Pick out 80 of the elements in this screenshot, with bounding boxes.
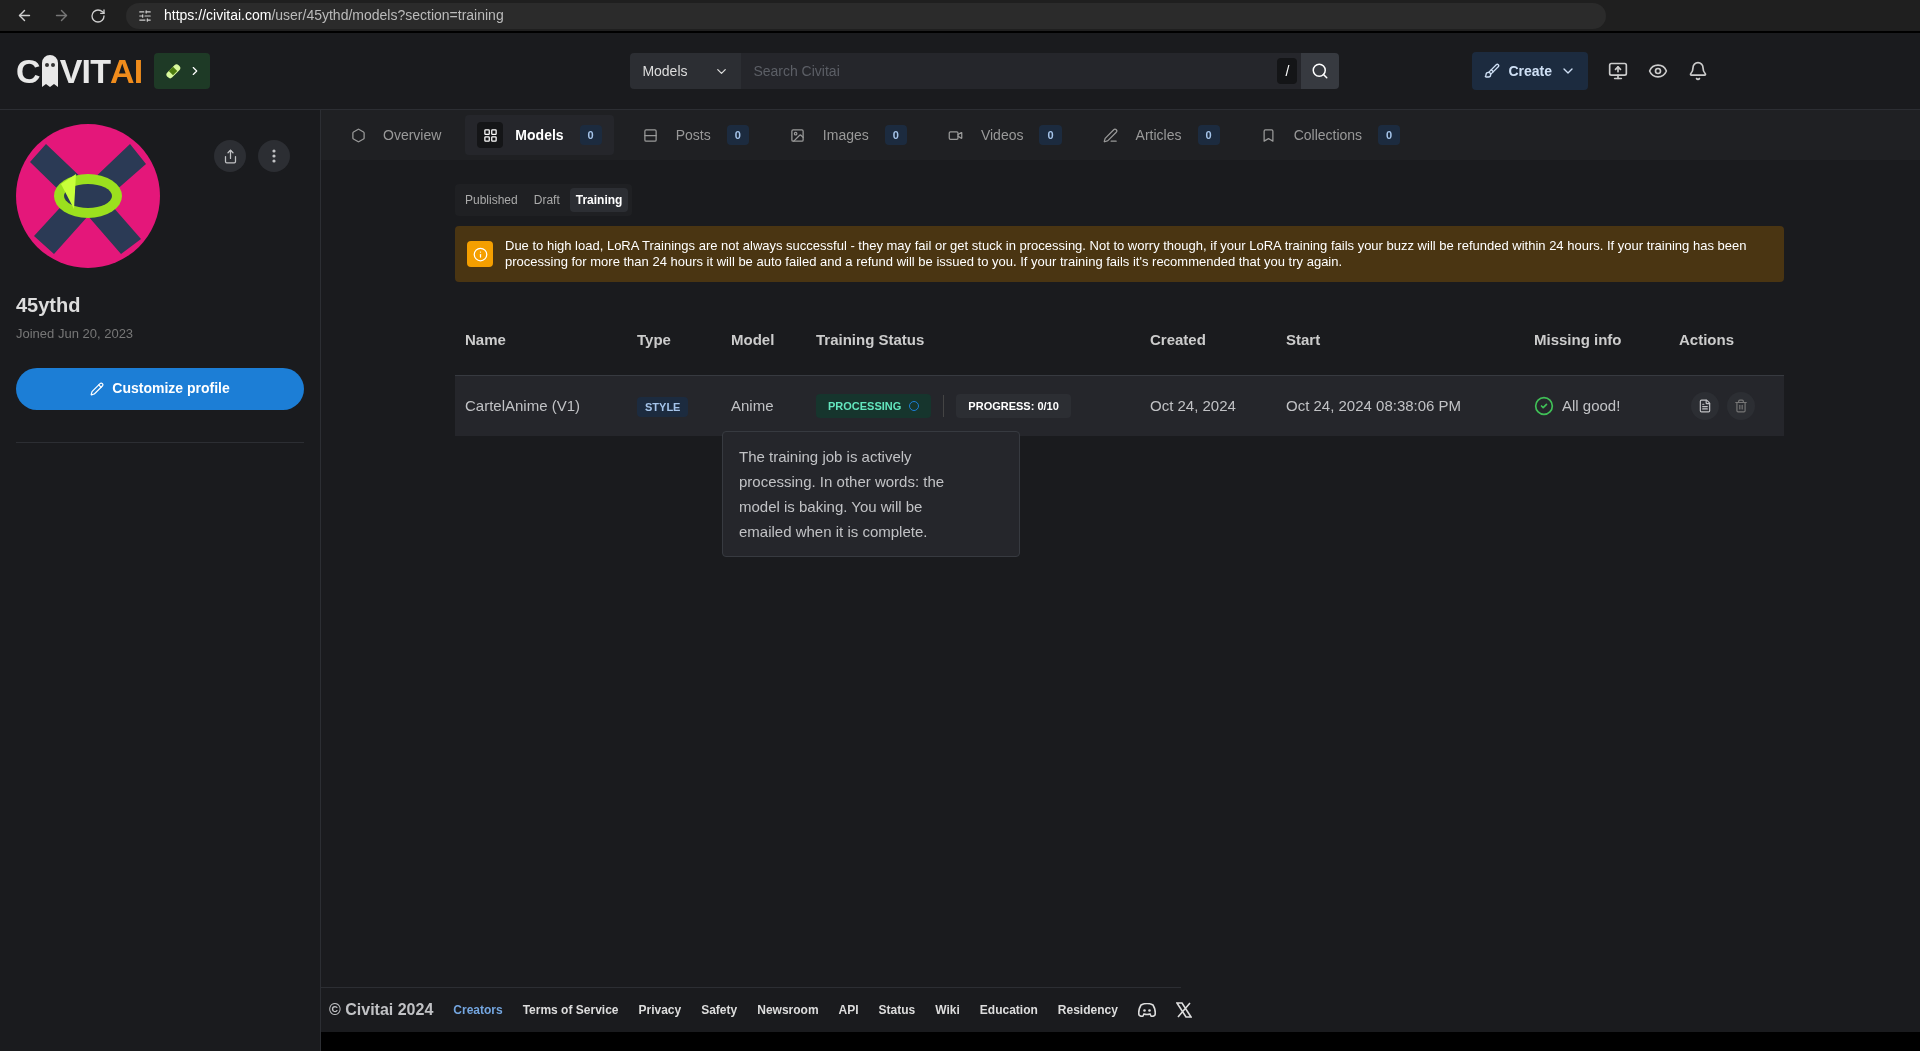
bell-icon[interactable] [1687,61,1708,81]
table-cell-text: All good! [1562,395,1621,416]
copyright-text: © Civitai 2024 [329,1000,434,1020]
section-tab[interactable]: Draft [527,188,566,212]
footer-link[interactable]: Status [878,1001,916,1019]
progress-badge: PROGRESS: 0/10 [956,393,1071,419]
table-cell: Oct 24, 2024 08:38:06 PM [1286,396,1462,414]
search-field[interactable]: Search Civitai / [741,53,1302,89]
profile-tab[interactable]: Articles 0 [1085,115,1232,155]
trash-icon [1734,399,1748,413]
username: 45ythd [16,293,82,318]
civitai-logo[interactable]: C VITAI [16,45,143,97]
customize-profile-button[interactable]: Customize profile [16,367,304,410]
overview-tab-icon [350,127,366,143]
footer-link[interactable]: Wiki [935,1001,960,1019]
profile-tab[interactable]: Collections 0 [1243,115,1413,155]
alert-text: Due to high load, LoRA Trainings are not always successful - they may fail or get stuck in processing. Not to worry though, if your LoRA training fails your buzz will be refunded within 24 hours. If your training has been processing for more than 24 hours it will be auto failed and a refund will be issued to you. If your training fails it's recommended that you try again. [505,238,1748,270]
forward-icon[interactable] [53,7,70,24]
images-tab-icon [790,127,806,143]
tooltip: The training job is actively processing. In other words: the model is baking. You will be emailed when it is complete. [722,431,1020,557]
profile-tab[interactable]: Images 0 [772,115,919,155]
table-cell: Anime [731,396,774,414]
search-button[interactable] [1301,53,1340,89]
column-header: Missing info [1534,330,1622,348]
profile-tab[interactable]: Overview [333,115,454,155]
monitor-icon[interactable] [1607,61,1628,81]
column-header: Created [1150,330,1206,348]
brush-icon [1484,63,1501,79]
extension-button[interactable] [154,53,211,89]
profile-tab[interactable]: Videos 0 [930,115,1074,155]
status-badge: PROCESSING [816,393,932,419]
collections-tab-icon [1261,127,1277,143]
column-header: Type [637,330,671,348]
share-icon [222,148,238,164]
profile-tab[interactable]: Models 0 [465,115,614,155]
search-scope-select[interactable]: Models [630,53,742,89]
document-icon [1698,399,1712,413]
shortcut-key: / [1277,58,1298,84]
reload-icon[interactable] [90,7,106,24]
x-icon[interactable] [1175,1002,1192,1018]
address-bar[interactable]: https://civitai.com/user/45ythd/models?section=training [126,2,1606,29]
type-badge: STYLE [637,396,689,417]
column-header: Name [465,330,506,348]
section-tab[interactable]: Training [569,188,629,212]
check-icon [1534,396,1554,416]
footer-link[interactable]: Education [979,1001,1038,1019]
footer-link[interactable]: Terms of Service [522,1001,619,1019]
more-icon [272,149,276,163]
joined-date: Joined Jun 20, 2023 [16,325,135,343]
footer-link[interactable]: Privacy [638,1001,682,1019]
footer-link[interactable]: Residency [1057,1001,1118,1019]
column-header: Start [1286,330,1321,348]
more-button[interactable] [258,140,290,172]
table-cell: Oct 24, 2024 [1150,396,1236,414]
exclamation-icon [472,246,488,262]
url-text: https://civitai.com/user/45ythd/models?section=training [164,6,504,25]
articles-tab-icon [1103,127,1119,143]
search-input[interactable]: Search Civitai [753,60,1278,82]
footer-link[interactable]: Safety [701,1001,738,1019]
profile-tab[interactable]: Posts 0 [625,115,761,155]
column-header: Model [731,330,775,348]
site-settings-icon[interactable] [138,8,152,23]
table-cell: CartelAnime (V1) [465,396,581,414]
section-tab[interactable]: Published [459,188,524,212]
search-icon [1311,62,1330,80]
details-button[interactable] [1691,392,1719,420]
models-tab-icon [482,127,498,143]
footer-link[interactable]: Newsroom [757,1001,819,1019]
footer-link[interactable]: API [838,1001,859,1019]
column-header: Training Status [816,330,925,348]
back-icon[interactable] [16,7,33,24]
delete-button[interactable] [1727,392,1755,420]
create-button[interactable]: Create [1472,52,1588,90]
pencil-icon [90,381,105,396]
footer-link[interactable]: Creators [453,1001,503,1019]
eye-icon[interactable] [1647,61,1668,81]
column-header: Actions [1679,330,1734,348]
share-button[interactable] [214,140,246,172]
discord-icon[interactable] [1137,1003,1156,1017]
posts-tab-icon [643,127,659,143]
